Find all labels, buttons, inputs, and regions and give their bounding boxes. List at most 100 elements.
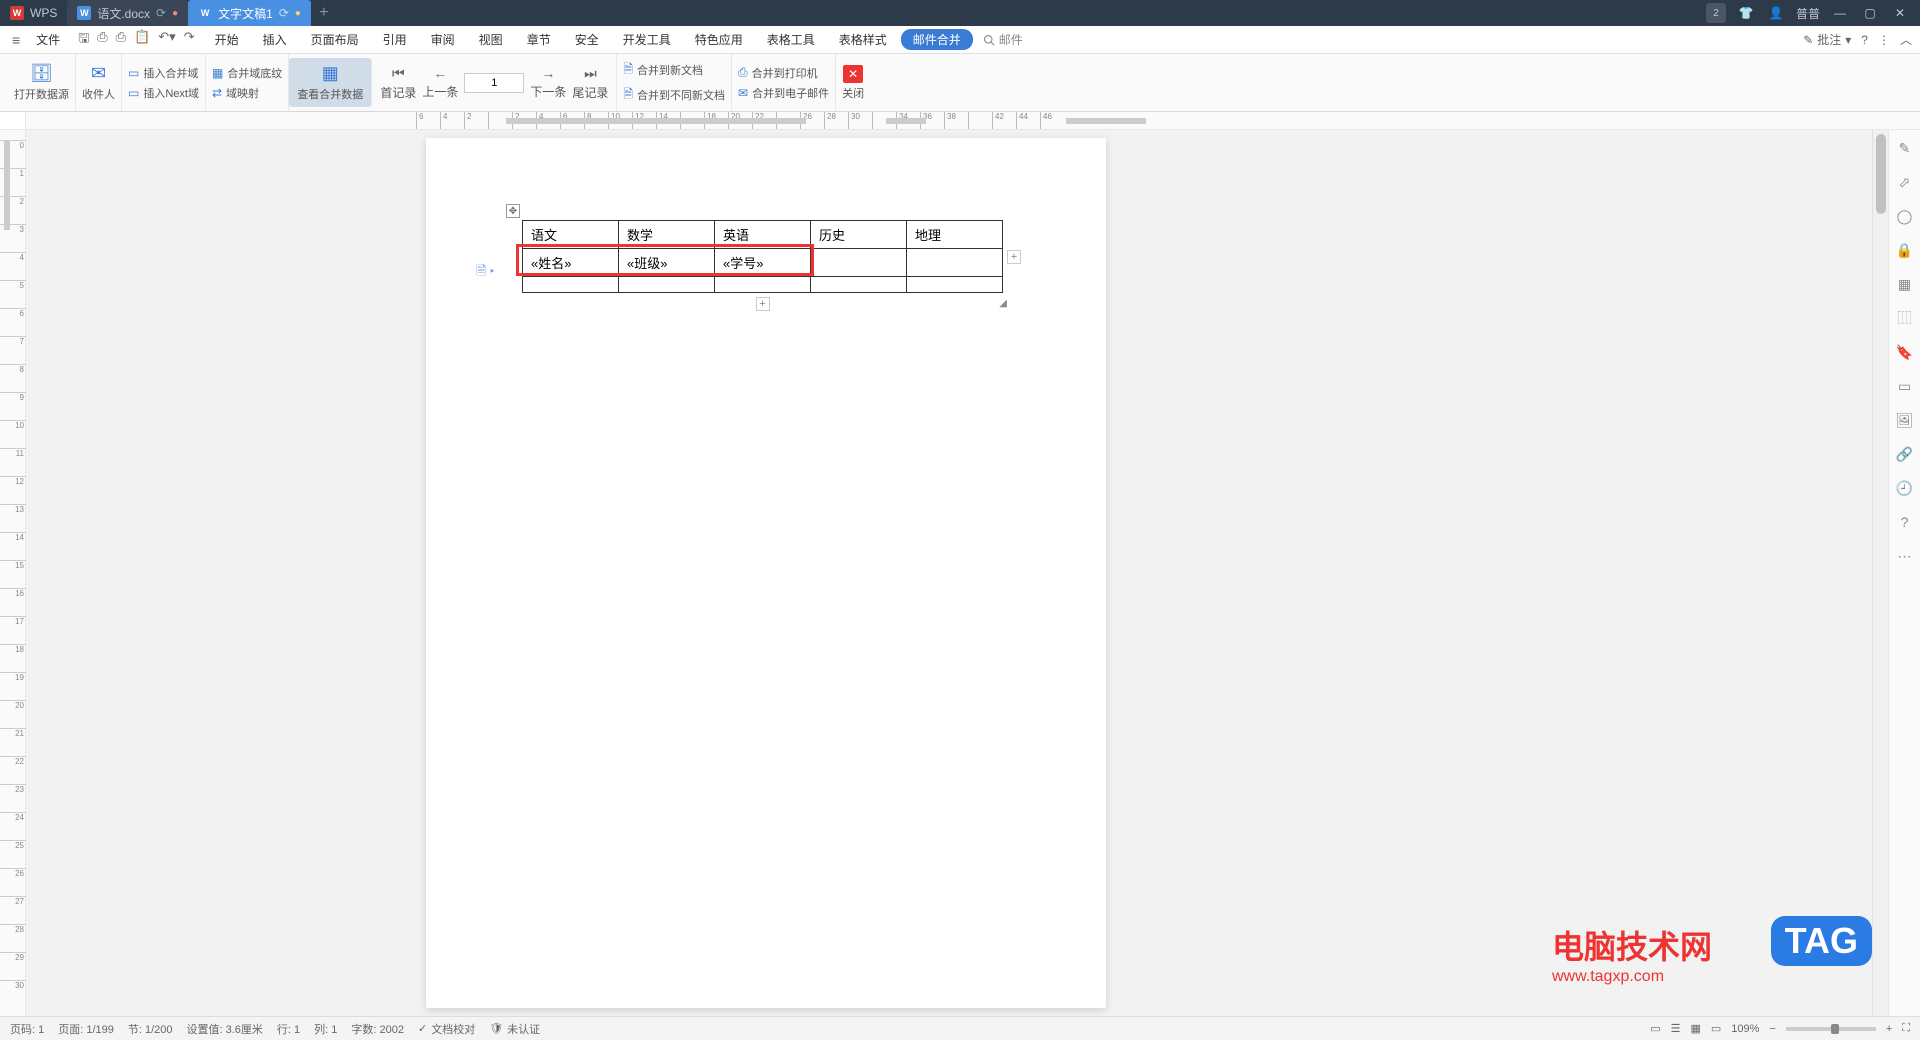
print-icon[interactable]: ⎙ — [116, 29, 126, 51]
prev-record-button[interactable]: ←上一条 — [422, 65, 458, 100]
zoom-in-icon[interactable]: + — [1886, 1023, 1892, 1035]
next-record-button[interactable]: →下一条 — [530, 65, 566, 100]
close-window-icon[interactable]: ✕ — [1890, 3, 1910, 23]
tab-review[interactable]: 审阅 — [421, 29, 465, 50]
undo-icon[interactable]: ↶▾ — [158, 29, 175, 51]
tab-sync-icon[interactable]: ⟳ — [156, 6, 166, 20]
layout-icon[interactable]: ⿲ — [1895, 308, 1915, 328]
status-auth[interactable]: 🛡未认证 — [489, 1021, 540, 1037]
field-mapping-button[interactable]: ⇄域映射 — [212, 85, 282, 101]
first-record-button[interactable]: ⏮首记录 — [380, 65, 416, 101]
tab-reference[interactable]: 引用 — [373, 29, 417, 50]
zoom-slider[interactable] — [1786, 1027, 1876, 1031]
page-icon[interactable]: ▭ — [1895, 376, 1915, 396]
empty-cell[interactable] — [811, 249, 907, 277]
tab-start[interactable]: 开始 — [205, 29, 249, 50]
record-number-input[interactable] — [464, 73, 524, 93]
table-header-row[interactable]: 语文 数学 英语 历史 地理 — [523, 221, 1003, 249]
select-icon[interactable]: ⬀ — [1895, 172, 1915, 192]
shape-icon[interactable]: ◯ — [1895, 206, 1915, 226]
empty-cell[interactable] — [907, 277, 1003, 293]
view-print-layout-icon[interactable]: ▭ — [1650, 1022, 1660, 1035]
more-icon[interactable]: ⋯ — [1895, 546, 1915, 566]
tab-pagelayout[interactable]: 页面布局 — [301, 29, 369, 50]
close-mailmerge-button[interactable]: ✕ 关闭 — [836, 54, 870, 111]
user-avatar-icon[interactable]: 👤 — [1766, 3, 1786, 23]
table-move-handle[interactable]: ✥ — [506, 204, 520, 218]
paste-icon[interactable]: 📋 — [134, 29, 150, 51]
open-data-source-button[interactable]: 🗄 打开数据源 — [8, 54, 76, 111]
status-line[interactable]: 行: 1 — [277, 1021, 300, 1037]
vertical-scrollbar[interactable] — [1872, 130, 1888, 1016]
save-icon[interactable]: 🖫 — [78, 29, 89, 51]
view-web-icon[interactable]: ▦ — [1690, 1022, 1700, 1035]
merge-to-printer-button[interactable]: ⎙合并到打印机 — [738, 65, 829, 81]
tab-view[interactable]: 视图 — [469, 29, 513, 50]
status-position[interactable]: 设置值: 3.6厘米 — [187, 1021, 263, 1037]
view-read-icon[interactable]: ▭ — [1711, 1022, 1721, 1035]
add-row-button[interactable]: + — [756, 297, 770, 311]
empty-cell[interactable] — [907, 249, 1003, 277]
minimize-icon[interactable]: — — [1830, 3, 1850, 23]
status-words[interactable]: 字数: 2002 — [351, 1021, 404, 1037]
add-column-button[interactable]: + — [1007, 250, 1021, 264]
merge-to-email-button[interactable]: ✉合并到电子邮件 — [738, 85, 829, 101]
ribbon-search[interactable]: 邮件 — [983, 31, 1023, 48]
merge-field-cell[interactable]: «姓名» — [523, 249, 619, 277]
image-icon[interactable]: 🖼 — [1895, 410, 1915, 430]
tab-security[interactable]: 安全 — [565, 29, 609, 50]
fullscreen-icon[interactable]: ⛶ — [1902, 1022, 1910, 1035]
status-section[interactable]: 节: 1/200 — [128, 1021, 173, 1037]
grid-icon[interactable]: ▦ — [1895, 274, 1915, 294]
redo-icon[interactable]: ↷ — [184, 29, 195, 51]
zoom-value[interactable]: 109% — [1731, 1023, 1759, 1035]
header-cell[interactable]: 历史 — [811, 221, 907, 249]
pen-icon[interactable]: ✎ — [1895, 138, 1915, 158]
status-page-of[interactable]: 页面: 1/199 — [58, 1021, 114, 1037]
vertical-ruler[interactable]: 0123456789101112131415161718192021222324… — [0, 130, 26, 1016]
clock-icon[interactable]: 🕘 — [1895, 478, 1915, 498]
header-cell[interactable]: 英语 — [715, 221, 811, 249]
collapse-ribbon-icon[interactable]: ︿ — [1900, 31, 1912, 48]
comment-button[interactable]: ✎ 批注 ▾ — [1803, 31, 1851, 48]
merge-field-cell[interactable]: «班级» — [619, 249, 715, 277]
header-cell[interactable]: 数学 — [619, 221, 715, 249]
header-cell[interactable]: 语文 — [523, 221, 619, 249]
maximize-icon[interactable]: ▢ — [1860, 3, 1880, 23]
horizontal-ruler[interactable]: 6422468101214182022262830343638424446 — [26, 112, 1920, 129]
app-tab[interactable]: W WPS — [0, 0, 67, 26]
row-marker-icon[interactable]: 🗎 ▸ — [476, 262, 495, 284]
tab-devtools[interactable]: 开发工具 — [613, 29, 681, 50]
table-data-row[interactable]: «姓名» «班级» «学号» — [523, 249, 1003, 277]
status-page-no[interactable]: 页码: 1 — [10, 1021, 44, 1037]
help-icon[interactable]: ? — [1895, 512, 1915, 532]
tab-tabletools[interactable]: 表格工具 — [757, 29, 825, 50]
empty-cell[interactable] — [811, 277, 907, 293]
table-resize-handle[interactable]: ◢ — [999, 298, 1007, 309]
tab-mailmerge[interactable]: 邮件合并 — [901, 29, 973, 50]
document-table[interactable]: 语文 数学 英语 历史 地理 «姓名» «班级» «学号» — [522, 220, 1003, 293]
status-proof[interactable]: ✓文档校对 — [418, 1021, 475, 1037]
merge-to-new-doc-button[interactable]: 🗎合并到新文档 — [623, 60, 725, 81]
scrollbar-thumb[interactable] — [1876, 134, 1886, 214]
print-preview-icon[interactable]: ⎙ — [97, 29, 107, 51]
zoom-out-icon[interactable]: − — [1769, 1023, 1775, 1035]
insert-next-field-button[interactable]: ▭插入Next域 — [128, 85, 199, 101]
hamburger-icon[interactable]: ≡ — [8, 32, 24, 48]
status-column[interactable]: 列: 1 — [314, 1021, 337, 1037]
table-empty-row[interactable] — [523, 277, 1003, 293]
recipients-button[interactable]: ✉ 收件人 — [76, 54, 122, 111]
zoom-knob[interactable] — [1831, 1024, 1839, 1034]
ribbon-options-icon[interactable]: ⋮ — [1878, 33, 1890, 47]
tab-special[interactable]: 特色应用 — [685, 29, 753, 50]
empty-cell[interactable] — [619, 277, 715, 293]
insert-merge-field-button[interactable]: ▭插入合并域 — [128, 65, 199, 81]
header-cell[interactable]: 地理 — [907, 221, 1003, 249]
merge-field-shading-button[interactable]: ▦合并域底纹 — [212, 65, 282, 81]
tab-section[interactable]: 章节 — [517, 29, 561, 50]
view-merge-data-button[interactable]: ▦ 查看合并数据 — [289, 58, 372, 107]
link-icon[interactable]: 🔗 — [1895, 444, 1915, 464]
tab-sync-icon[interactable]: ⟳ — [279, 6, 289, 20]
new-tab-button[interactable]: + — [311, 4, 337, 22]
empty-cell[interactable] — [715, 277, 811, 293]
